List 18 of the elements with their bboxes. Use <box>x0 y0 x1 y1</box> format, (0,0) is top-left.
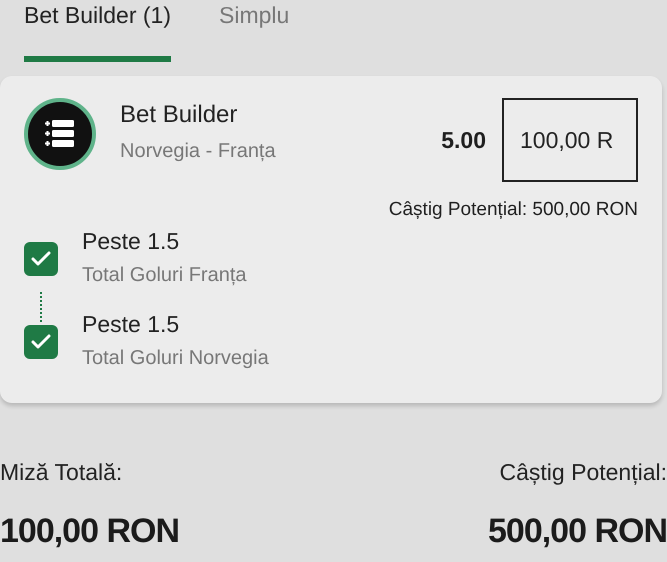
selection-market: Total Goluri Franța <box>82 262 247 288</box>
check-icon <box>31 251 51 268</box>
selection-pick: Peste 1.5 <box>82 228 180 254</box>
checkbox[interactable] <box>24 325 58 360</box>
checkbox[interactable] <box>24 242 58 276</box>
stake-field[interactable]: 100,00 R <box>502 98 638 182</box>
potential-win-label: Câștig Potențial: <box>498 458 667 488</box>
match-name: Norvegia - Franța <box>120 139 277 164</box>
check-icon <box>31 334 51 350</box>
selection-pick: Peste 1.5 <box>82 312 180 338</box>
bet-title: Bet Builder <box>120 102 238 128</box>
total-stake-label: Miză Totală: <box>0 458 124 488</box>
tab[interactable]: Bet Builder (1) <box>24 0 172 62</box>
selection-market: Total Goluri Norvegia <box>82 346 269 372</box>
total-stake: 100,00 RON <box>0 510 179 552</box>
odds: 5.00 <box>441 126 486 155</box>
potential-win: Câștig Potențial: 500,00 RON <box>388 198 638 222</box>
potential-win-total: 500,00 RON <box>488 510 667 552</box>
